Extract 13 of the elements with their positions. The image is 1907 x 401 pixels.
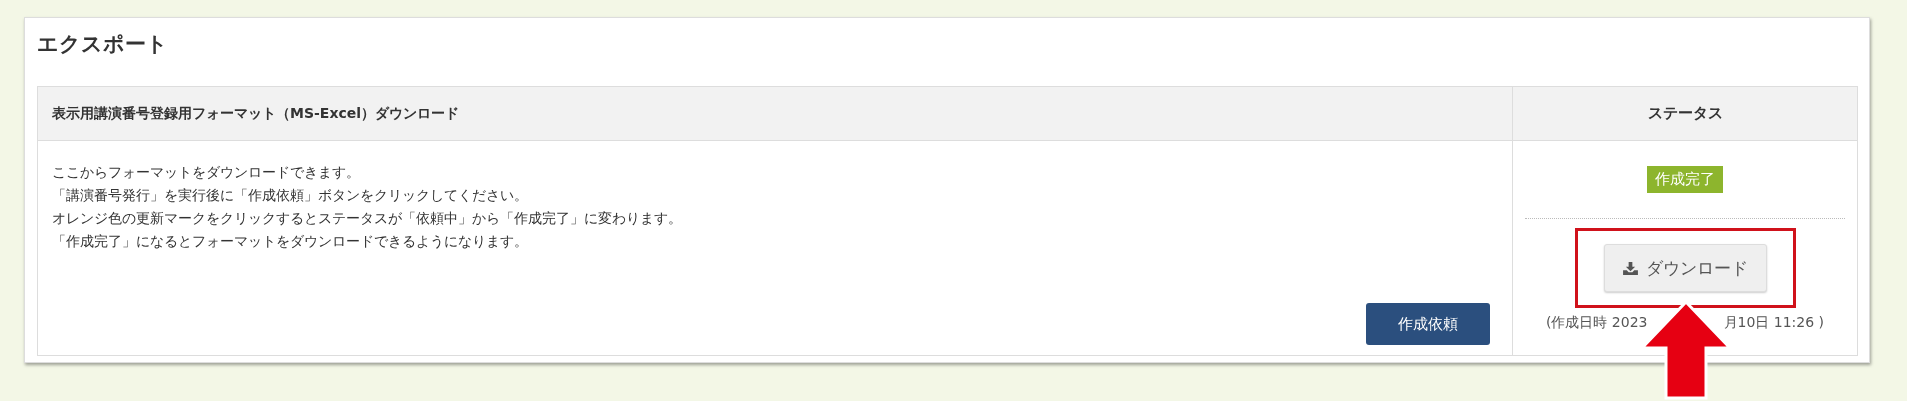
- description-line: 「作成完了」になるとフォーマットをダウンロードできるようになります。: [52, 232, 529, 251]
- status-badge: 作成完了: [1647, 166, 1723, 193]
- column-header: 表示用講演番号登録用フォーマット（MS-Excel）ダウンロード: [38, 87, 1513, 141]
- request-button[interactable]: 作成依頼: [1366, 303, 1490, 345]
- download-icon: [1622, 261, 1638, 275]
- column-header: ステータス: [1513, 87, 1857, 141]
- description-line: 「講演番号発行」を実行後に「作成依頼」ボタンをクリックしてください。: [52, 186, 529, 205]
- download-button[interactable]: ダウンロード: [1603, 244, 1767, 292]
- created-date: 月10日 11:26 ): [1723, 314, 1825, 332]
- panel-title: エクスポート: [37, 31, 169, 58]
- created-date: (作成日時 2023: [1545, 314, 1648, 332]
- description-line: オレンジ色の更新マークをクリックするとステータスが「依頼中」から「作成完了」に変わります。: [52, 209, 683, 228]
- description-line: ここからフォーマットをダウンロードできます。: [52, 163, 361, 182]
